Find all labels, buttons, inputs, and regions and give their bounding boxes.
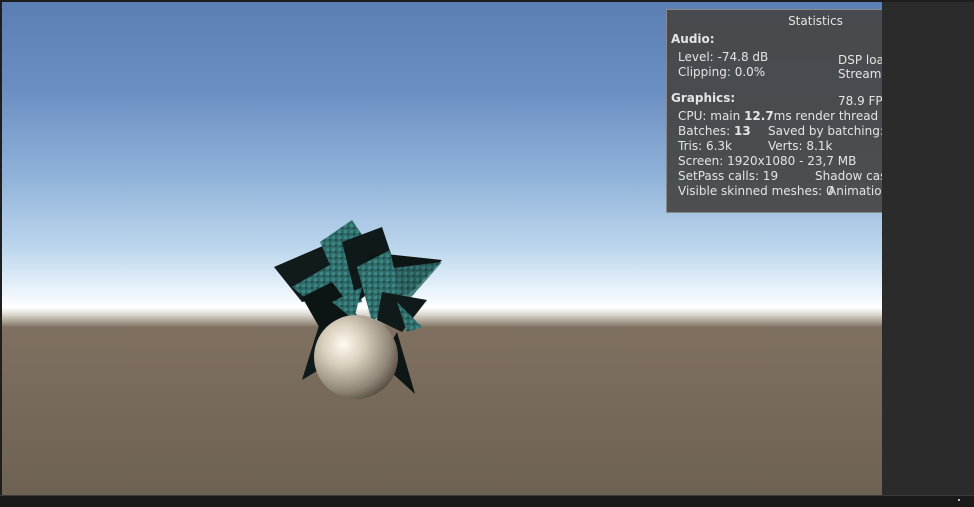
graphics-batches: Batches: 13: [678, 124, 751, 139]
audio-level: Level: -74.8 dB: [678, 50, 769, 64]
audio-dsp-load: DSP load: 0.3%: [838, 53, 882, 67]
graphics-screen: Screen: 1920x1080 - 23,7 MB: [678, 154, 857, 168]
graphics-verts: Verts: 8.1k: [768, 139, 833, 153]
cpu-prefix: CPU: main: [678, 109, 745, 123]
graphics-cpu: CPU: main 12.7ms render thread 0.0ms: [678, 109, 882, 124]
batches-prefix: Batches:: [678, 124, 734, 138]
game-view[interactable]: Statistics Audio: Level: -74.8 dB DSP lo…: [2, 2, 882, 495]
cpu-suffix: ms render thread 0.0ms: [773, 109, 882, 123]
resize-handle-icon[interactable]: [958, 499, 960, 501]
graphics-shadow-casters: Shadow casters: 6: [815, 169, 882, 183]
graphics-tris: Tris: 6.3k: [678, 139, 732, 153]
cpu-main-ms: 12.7: [744, 109, 774, 123]
bottom-status-bar: [0, 495, 974, 507]
statistics-title: Statistics: [788, 14, 843, 28]
audio-clipping: Clipping: 0.0%: [678, 65, 766, 79]
batches-value: 13: [734, 124, 751, 138]
statistics-panel: Statistics Audio: Level: -74.8 dB DSP lo…: [666, 9, 882, 213]
audio-stream-load: Stream load: 0.0%: [838, 67, 882, 81]
graphics-visible-skinned-meshes: Visible skinned meshes: 0: [678, 184, 834, 198]
graphics-setpass-calls: SetPass calls: 19: [678, 169, 779, 183]
sphere-object: [314, 315, 398, 399]
graphics-animations: Animations: 0: [828, 184, 882, 198]
right-side-panel: [882, 2, 974, 495]
graphics-saved-by-batching: Saved by batching: 0: [768, 124, 882, 138]
graphics-fps: 78.9 FPS (12.7ms): [838, 94, 882, 108]
audio-header: Audio:: [671, 32, 715, 46]
graphics-header: Graphics:: [671, 91, 736, 105]
